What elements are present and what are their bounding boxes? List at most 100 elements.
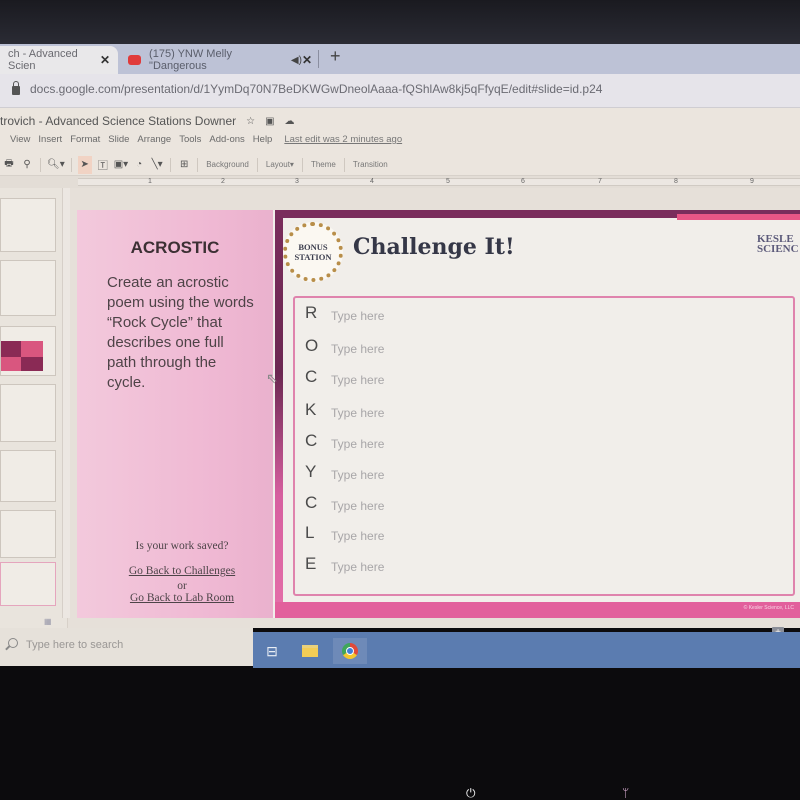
shape-icon[interactable]: ◔	[132, 156, 146, 174]
toolbar-divider	[343, 157, 345, 172]
toolbar-divider	[256, 157, 258, 172]
acrostic-letter: E	[305, 554, 317, 573]
acrostic-input[interactable]: Type here	[331, 437, 384, 451]
footer-stripe: © Kesler Science, LLC	[275, 602, 800, 618]
close-icon[interactable]: ✕	[100, 53, 110, 67]
slide-thumbnail[interactable]	[0, 326, 56, 376]
slide[interactable]: ACROSTIC Create an acrostic poem using t…	[77, 210, 800, 618]
toolbar-divider	[40, 157, 41, 172]
layout-button[interactable]: Layout▾	[262, 160, 298, 169]
slide-filmstrip[interactable]	[0, 188, 68, 628]
menu-slide[interactable]: Slide	[108, 134, 129, 145]
saved-prompt: Is your work saved?	[135, 540, 229, 552]
badge-line1: BONUS	[298, 242, 328, 252]
line-icon[interactable]: ╲▾	[150, 156, 164, 174]
horizontal-ruler[interactable]: 1 2 3 4 5 6 7 8 9	[78, 178, 800, 186]
close-icon[interactable]: ✕	[302, 53, 312, 67]
slide-thumbnail[interactable]	[0, 510, 56, 558]
cloud-icon: ☁	[284, 115, 295, 127]
last-edit-link[interactable]: Last edit was 2 minutes ago	[284, 134, 402, 145]
thumbnail-block	[21, 357, 43, 371]
tab-label: (175) YNW Melly "Dangerous	[149, 48, 232, 72]
menu-view[interactable]: View	[10, 134, 30, 145]
power-icon[interactable]: ⏻	[466, 786, 476, 800]
background-button[interactable]: Background	[202, 160, 253, 169]
menu-format[interactable]: Format	[70, 134, 100, 145]
back-to-lab-room-link[interactable]: Go Back to Lab Room	[77, 592, 287, 604]
back-to-challenges-link[interactable]: Go Back to Challenges	[77, 565, 287, 577]
logo-line2: SCIENC	[757, 243, 799, 255]
paint-format-icon[interactable]: ⚲	[20, 156, 34, 174]
document-title[interactable]: trovich - Advanced Science Stations Down…	[0, 114, 236, 128]
slide-thumbnail[interactable]	[0, 450, 56, 502]
ruler-label: 6	[521, 178, 525, 185]
url-field[interactable]: docs.google.com/presentation/d/1YymDq70N…	[12, 80, 602, 96]
toolbar-divider	[197, 157, 199, 172]
taskbar: ⊟	[253, 632, 800, 670]
acrostic-input[interactable]: Type here	[331, 560, 384, 574]
slide-thumbnail[interactable]	[0, 198, 56, 252]
browser-tab-strip: ch - Advanced Scien ✕ (175) YNW Melly "D…	[0, 44, 800, 74]
tab-advanced-science[interactable]: ch - Advanced Scien ✕	[0, 46, 118, 74]
taskbar-search-input[interactable]: Type here to search	[26, 639, 123, 651]
image-icon[interactable]: ▣▾	[114, 156, 128, 174]
acrostic-letter: O	[305, 336, 319, 355]
slide-thumbnail[interactable]	[0, 384, 56, 442]
grid-view-icon[interactable]: ▦	[44, 617, 52, 626]
select-icon[interactable]: ➤	[77, 155, 92, 174]
badge-line2: STATION	[294, 252, 332, 262]
kesler-science-logo: KESLE SCIENC	[757, 234, 799, 255]
ruler-label: 1	[148, 178, 152, 185]
new-tab-button[interactable]: +	[330, 46, 341, 67]
ruler-label: 5	[446, 178, 450, 185]
star-icon[interactable]: ☆	[246, 116, 255, 127]
taskbar-search[interactable]: Type here to search	[0, 628, 253, 666]
zoom-icon[interactable]: 🔍︎▾	[47, 156, 65, 174]
acrostic-input[interactable]: Type here	[331, 373, 384, 387]
acrostic-input[interactable]: Type here	[331, 309, 384, 323]
theme-button[interactable]: Theme	[307, 160, 340, 169]
acrostic-input[interactable]: Type here	[331, 406, 384, 420]
acrostic-input[interactable]: Type here	[331, 529, 384, 543]
vertical-ruler[interactable]	[62, 188, 70, 618]
ruler-label: 4	[370, 178, 374, 185]
chevron-down-icon: ▾	[289, 160, 294, 169]
layout-label: Layout	[265, 160, 290, 169]
slide-thumbnail-selected[interactable]	[0, 562, 56, 606]
menu-tools[interactable]: Tools	[179, 134, 201, 145]
address-bar[interactable]: docs.google.com/presentation/d/1YymDq70N…	[0, 74, 800, 108]
toolbar-divider	[70, 157, 72, 172]
document-title-row: trovich - Advanced Science Stations Down…	[0, 114, 295, 128]
tab-label: ch - Advanced Scien	[8, 48, 78, 72]
monitor-logo-icon: ᛘ	[622, 786, 630, 800]
challenge-title: Challenge It!	[353, 234, 515, 260]
docs-header: trovich - Advanced Science Stations Down…	[0, 108, 800, 154]
slide-thumbnail[interactable]	[0, 260, 56, 316]
folder-icon[interactable]: ▣	[265, 116, 274, 127]
textbox-icon[interactable]: 🅃	[96, 156, 110, 174]
acrostic-input[interactable]: Type here	[331, 499, 384, 513]
acrostic-letter: R	[305, 303, 318, 322]
menu-arrange[interactable]: Arrange	[137, 134, 171, 145]
acrostic-letter: C	[305, 367, 318, 386]
file-explorer-icon[interactable]	[295, 638, 325, 664]
ruler-row: 1 2 3 4 5 6 7 8 9	[0, 176, 800, 188]
or-text: or	[177, 580, 187, 592]
speaker-icon[interactable]: ◀)	[291, 55, 302, 66]
tab-youtube[interactable]: (175) YNW Melly "Dangerous ◀) ✕	[120, 46, 320, 74]
chrome-icon[interactable]	[333, 638, 367, 664]
menu-insert[interactable]: Insert	[38, 134, 62, 145]
monitor-bezel-top	[0, 0, 800, 46]
transition-button[interactable]: Transition	[349, 160, 392, 169]
menu-addons[interactable]: Add-ons	[209, 134, 244, 145]
menu-help[interactable]: Help	[253, 134, 273, 145]
screen: ch - Advanced Scien ✕ (175) YNW Melly "D…	[0, 0, 800, 800]
acrostic-input[interactable]: Type here	[331, 342, 384, 356]
toolbar-divider	[170, 157, 172, 172]
acrostic-input[interactable]: Type here	[331, 468, 384, 482]
panel-description: Create an acrostic poem using the words …	[107, 274, 254, 391]
comment-icon[interactable]: ⊞	[177, 156, 191, 174]
tab-divider	[318, 50, 319, 68]
task-view-icon[interactable]: ⊟	[257, 638, 287, 664]
print-icon[interactable]: 🖶	[2, 156, 16, 174]
